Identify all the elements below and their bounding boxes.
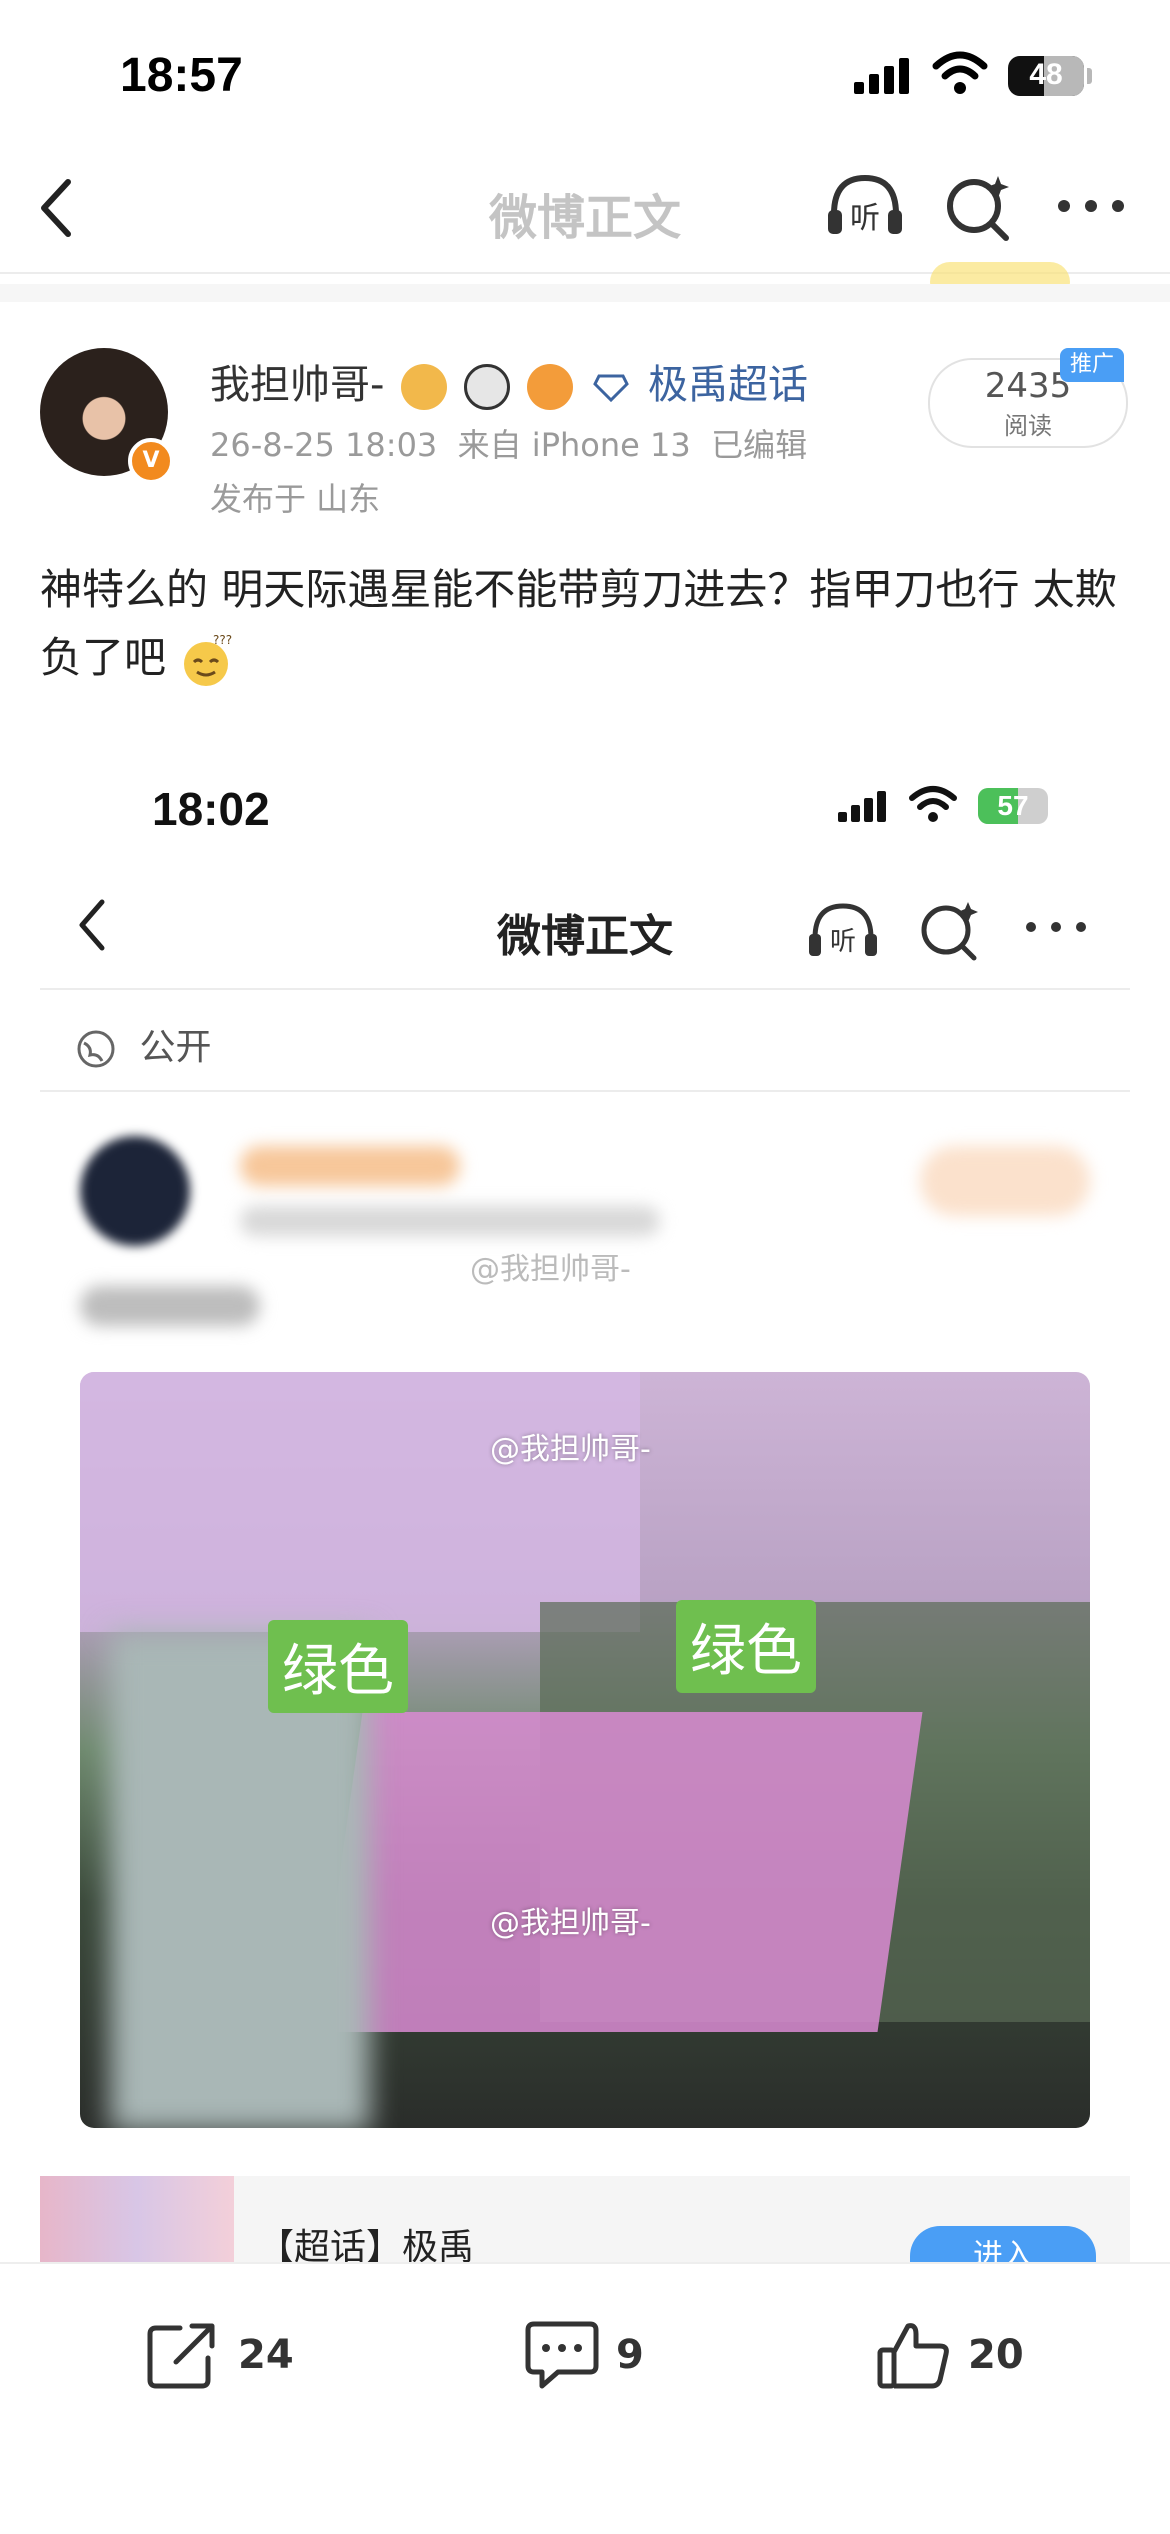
crown-emoji-icon bbox=[401, 364, 448, 410]
status-time: 18:57 bbox=[120, 49, 243, 102]
blurred-username bbox=[240, 1146, 460, 1186]
photo-label-right: 绿色 bbox=[676, 1600, 816, 1693]
embedded-status-time: 18:02 bbox=[152, 783, 270, 835]
photo-pink-banner bbox=[317, 1712, 923, 2032]
embedded-search-icon bbox=[921, 902, 978, 961]
photo-label-left: 绿色 bbox=[268, 1620, 408, 1713]
post-photo[interactable]: @我担帅哥- @我担帅哥- 绿色 绿色 bbox=[80, 1372, 1090, 2128]
panda-emoji-icon bbox=[463, 364, 510, 410]
search-sparkle-icon[interactable] bbox=[944, 172, 1014, 242]
battery-tip bbox=[1087, 68, 1092, 84]
svg-text:听: 听 bbox=[850, 201, 880, 236]
super-topic-thumbnail bbox=[40, 2176, 234, 2266]
post-edited: 已编辑 bbox=[711, 426, 808, 464]
globe-icon bbox=[77, 1030, 115, 1068]
svg-text:听: 听 bbox=[830, 927, 856, 957]
repost-button[interactable]: 24 bbox=[146, 2320, 294, 2390]
cellular-signal-icon bbox=[854, 58, 909, 94]
sweat-smile-emoji-icon: ??? bbox=[184, 633, 232, 686]
comment-button[interactable]: 9 bbox=[524, 2320, 644, 2390]
comment-count: 9 bbox=[616, 2332, 644, 2378]
promote-badge[interactable]: 推广 bbox=[1060, 348, 1124, 382]
blurred-meta bbox=[240, 1206, 660, 1236]
verified-badge-icon: V bbox=[128, 438, 174, 484]
photo-watermark-top: @我担帅哥- bbox=[490, 1432, 651, 1467]
embedded-signal-icon bbox=[838, 791, 886, 822]
blurred-follow-button bbox=[920, 1146, 1090, 1216]
blurred-post-text bbox=[80, 1286, 260, 1326]
embedded-more-icon bbox=[1026, 922, 1086, 932]
author-name[interactable]: 我担帅哥- bbox=[210, 362, 384, 408]
share-icon bbox=[147, 2323, 215, 2389]
embedded-battery-percent: 57 bbox=[997, 790, 1029, 821]
post-date: 26-8-25 18:03 bbox=[210, 426, 438, 464]
fish-emoji-icon bbox=[526, 364, 573, 410]
repost-count: 24 bbox=[238, 2332, 294, 2378]
super-topic-link[interactable]: 极禹超话 bbox=[648, 362, 808, 408]
embedded-battery-icon: 57 bbox=[978, 788, 1048, 824]
bottom-action-bar bbox=[0, 2262, 1170, 2534]
blurred-avatar bbox=[80, 1136, 190, 1246]
post-text: 神特么的 明天际遇星能不能带剪刀进去？指甲刀也行 太欺负了吧 ??? bbox=[40, 556, 1130, 692]
diamond-icon bbox=[593, 374, 630, 403]
battery-icon: 48 bbox=[1008, 56, 1084, 96]
embedded-wifi-icon bbox=[909, 786, 957, 822]
thumbs-up-icon bbox=[877, 2323, 949, 2389]
post-meta: 26-8-25 18:03 来自 iPhone 13 已编辑 bbox=[210, 420, 807, 466]
listen-icon[interactable]: 听 bbox=[824, 170, 906, 240]
embedded-nav-divider bbox=[40, 988, 1130, 990]
section-separator bbox=[0, 284, 1170, 302]
embedded-page-title: 微博正文 bbox=[497, 911, 673, 962]
embedded-divider bbox=[40, 1090, 1130, 1092]
wifi-icon bbox=[932, 51, 988, 94]
post-location: 发布于 山东 bbox=[210, 480, 381, 518]
watermark: @我担帅哥- bbox=[470, 1252, 631, 1287]
embedded-listen-icon: 听 bbox=[809, 903, 877, 957]
photo-stage-screen bbox=[80, 1372, 640, 1632]
visibility-label: 公开 bbox=[139, 1027, 212, 1068]
read-label: 阅读 bbox=[1004, 412, 1052, 440]
svg-text:???: ??? bbox=[213, 634, 232, 647]
visibility-row: 公开 bbox=[76, 1018, 211, 1070]
battery-percent: 48 bbox=[1029, 58, 1063, 91]
author-line[interactable]: 我担帅哥- 极禹超话 bbox=[210, 352, 808, 410]
like-button[interactable]: 20 bbox=[876, 2320, 1024, 2390]
comment-icon bbox=[525, 2321, 599, 2389]
photo-watermark-bottom: @我担帅哥- bbox=[490, 1906, 651, 1941]
post-source: 来自 iPhone 13 bbox=[457, 426, 691, 464]
more-options-icon[interactable] bbox=[1056, 196, 1126, 216]
like-count: 20 bbox=[968, 2332, 1024, 2378]
